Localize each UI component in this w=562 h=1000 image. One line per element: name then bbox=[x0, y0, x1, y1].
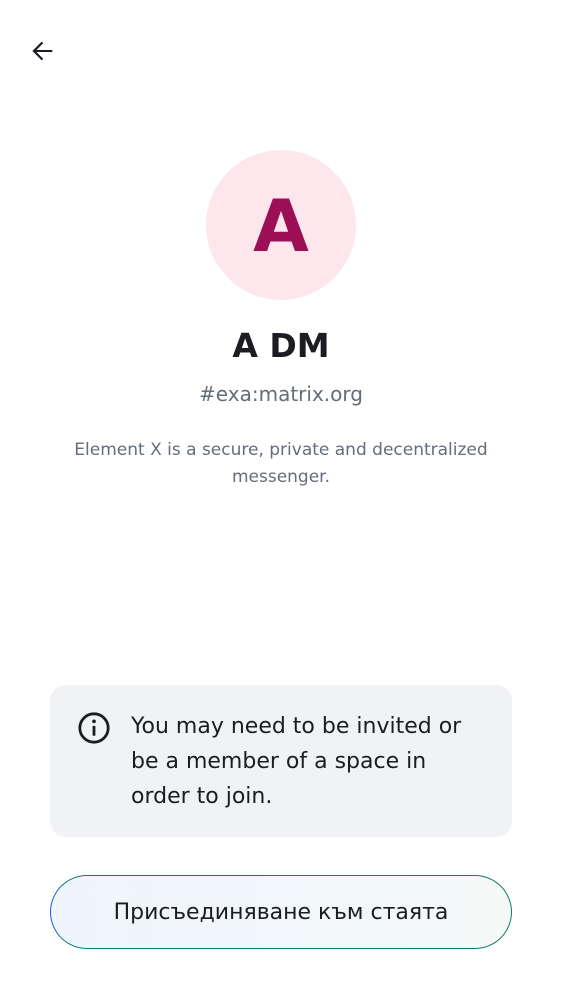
join-room-button[interactable]: Присъединяване към стаята bbox=[50, 875, 512, 949]
invite-notice-text: You may need to be invited or be a membe… bbox=[131, 714, 462, 809]
room-name: A DM bbox=[232, 326, 330, 365]
room-alias: #exa:matrix.org bbox=[199, 382, 363, 406]
back-button[interactable] bbox=[22, 30, 64, 72]
invite-notice-card: You may need to be invited or be a membe… bbox=[50, 685, 512, 837]
avatar-initial: A bbox=[253, 184, 309, 268]
info-icon bbox=[78, 712, 110, 744]
join-room-label: Присъединяване към стаята bbox=[113, 899, 449, 925]
join-room-screen: A A DM #exa:matrix.org Element X is a se… bbox=[0, 0, 562, 1000]
room-topic: Element X is a secure, private and decen… bbox=[74, 440, 488, 487]
arrow-left-icon bbox=[32, 41, 53, 61]
room-avatar: A bbox=[206, 150, 356, 300]
